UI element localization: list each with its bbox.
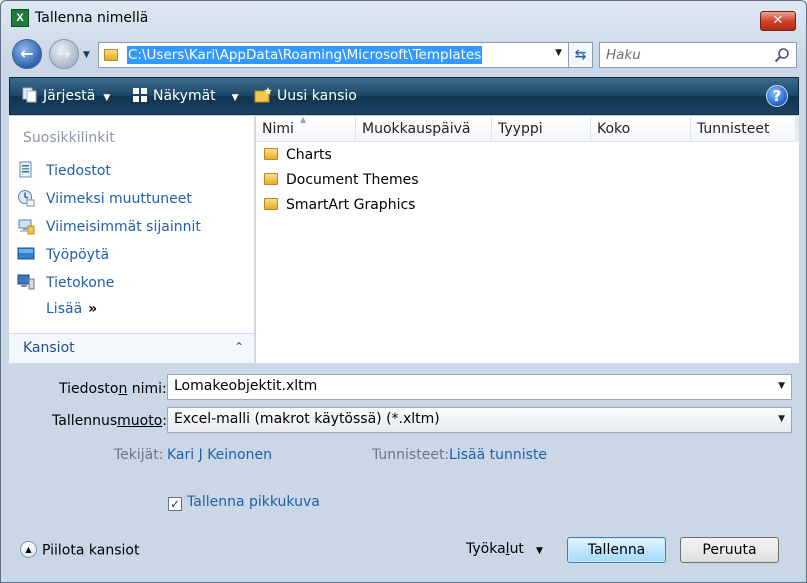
save-type-label: Tallennusmuoto: [52, 413, 167, 429]
refresh-button[interactable]: ⇆ [569, 42, 593, 68]
sidebar-item-desktop[interactable]: Työpöytä [17, 244, 109, 266]
tools-menu-button[interactable]: Työkalut ▼ [466, 541, 543, 557]
column-header-label: Tyyppi [498, 121, 543, 137]
folders-toggle[interactable]: Kansiot ⌃ [9, 333, 254, 363]
hide-folders-label: Piilota kansiot [42, 542, 140, 559]
views-dropdown-icon: ▼ [231, 93, 239, 103]
sidebar-item-label: Viimeksi muuttuneet [46, 191, 192, 207]
save-button[interactable]: Tallenna [567, 537, 666, 563]
folder-row[interactable]: SmartArt Graphics [264, 194, 415, 216]
save-type-value: Excel-malli (makrot käytössä) (*.xltm) [174, 411, 440, 427]
column-header-type[interactable]: Tyyppi [492, 116, 591, 142]
sidebar-item-documents[interactable]: Tiedostot [17, 160, 111, 182]
filename-dropdown-icon[interactable]: ▼ [778, 381, 785, 391]
views-menu-button[interactable]: Näkymät ▼ [132, 78, 239, 114]
back-arrow-icon: ← [20, 44, 34, 63]
save-as-dialog: X Tallenna nimellä ✕ ← → ▼ C:\Users\Kari… [0, 0, 807, 583]
address-bar[interactable]: C:\Users\Kari\AppData\Roaming\Microsoft\… [98, 42, 569, 68]
title-bar[interactable]: X Tallenna nimellä ✕ [1, 1, 806, 37]
sidebar-item-label: Viimeisimmät sijainnit [46, 219, 201, 235]
authors-label: Tekijät: [114, 447, 164, 463]
recent-pages-dropdown[interactable]: ▼ [83, 50, 90, 60]
filename-field[interactable]: Lomakeobjektit.xltm ▼ [167, 374, 792, 400]
forward-button[interactable]: → [49, 39, 79, 69]
filename-label: Tiedoston nimi: [59, 381, 167, 397]
column-header-name[interactable]: ▲ Nimi [256, 115, 356, 142]
column-header-modified[interactable]: Muokkauspäivä [356, 116, 492, 142]
search-box[interactable] [599, 42, 797, 68]
close-button[interactable]: ✕ [760, 11, 796, 31]
folder-row[interactable]: Document Themes [264, 169, 419, 191]
folders-label: Kansiot [23, 340, 75, 356]
folder-name: Document Themes [286, 172, 419, 188]
window-title: Tallenna nimellä [35, 10, 149, 26]
views-icon [133, 88, 147, 102]
folder-icon [264, 173, 278, 185]
refresh-icon: ⇆ [574, 47, 587, 63]
column-header-label: Koko [597, 121, 631, 137]
column-header-tags[interactable]: Tunnisteet [691, 116, 795, 142]
chevron-up-icon: ⌃ [233, 340, 244, 354]
save-thumbnail-label[interactable]: Tallenna pikkukuva [187, 494, 320, 510]
sort-ascending-icon: ▲ [300, 115, 307, 124]
tags-label: Tunnisteet: [372, 447, 450, 463]
chevron-up-circle-icon: ▲ [20, 541, 37, 558]
documents-icon [19, 161, 32, 178]
sidebar-item-recently-changed[interactable]: Viimeksi muuttuneet [17, 188, 192, 210]
authors-value[interactable]: Kari J Keinonen [167, 447, 272, 463]
filename-value[interactable]: Lomakeobjektit.xltm [174, 378, 317, 394]
file-list: ▲ Nimi Muokkauspäivä Tyyppi Koko Tunnist… [256, 115, 799, 363]
address-path[interactable]: C:\Users\Kari\AppData\Roaming\Microsoft\… [127, 46, 483, 64]
organize-menu-button[interactable]: Järjestä ▼ [22, 78, 110, 114]
folder-row[interactable]: Charts [264, 144, 332, 166]
column-header-label: Nimi [262, 121, 294, 137]
scrollbar-edge [795, 116, 799, 142]
navigation-pane: Suosikkilinkit Tiedostot Viimeksi muuttu… [9, 116, 255, 363]
recently-changed-icon [18, 190, 35, 207]
command-toolbar: Järjestä ▼ Näkymät ▼ Uusi kansio ? [9, 77, 799, 115]
organize-label: Järjestä [43, 88, 96, 104]
folder-icon [264, 148, 278, 160]
desktop-icon [17, 247, 35, 260]
search-input[interactable] [606, 47, 766, 63]
organize-icon [22, 87, 37, 103]
excel-app-icon: X [11, 9, 29, 27]
column-header-label: Tunnisteet [697, 121, 770, 137]
sidebar-more-link[interactable]: Lisää » [46, 301, 97, 317]
folder-icon [104, 49, 118, 61]
recent-places-icon [18, 219, 35, 235]
checkmark-icon: ✓ [169, 497, 181, 511]
close-icon: ✕ [772, 13, 784, 28]
views-label: Näkymät [153, 88, 216, 104]
folder-icon [264, 198, 278, 210]
more-label: Lisää [46, 301, 83, 317]
cancel-button[interactable]: Peruuta [680, 537, 779, 563]
back-button[interactable]: ← [12, 39, 42, 69]
add-tag-link[interactable]: Lisää tunniste [449, 447, 547, 463]
organize-dropdown-icon: ▼ [103, 93, 111, 103]
address-dropdown-icon[interactable]: ▼ [555, 48, 562, 58]
sidebar-item-recent-places[interactable]: Viimeisimmät sijainnit [17, 216, 201, 238]
save-type-select[interactable]: Excel-malli (makrot käytössä) (*.xltm) ▼ [167, 407, 792, 433]
save-thumbnail-checkbox[interactable]: ✓ [168, 497, 182, 511]
search-icon[interactable] [774, 47, 790, 63]
computer-icon [17, 274, 35, 290]
folder-name: SmartArt Graphics [286, 197, 416, 213]
new-folder-label: Uusi kansio [277, 88, 357, 104]
sidebar-item-label: Työpöytä [46, 247, 110, 263]
sidebar-item-label: Tiedostot [46, 163, 111, 179]
column-header-label: Muokkauspäivä [362, 121, 471, 137]
column-header-size[interactable]: Koko [591, 116, 691, 142]
sidebar-item-computer[interactable]: Tietokone [17, 272, 114, 294]
hide-folders-button[interactable]: ▲ Piilota kansiot [20, 541, 140, 559]
sidebar-item-label: Tietokone [46, 275, 115, 291]
double-chevron-right-icon: » [88, 301, 98, 317]
folder-name: Charts [286, 147, 332, 163]
favorite-links-heading: Suosikkilinkit [23, 130, 115, 146]
save-type-dropdown-icon: ▼ [778, 414, 785, 424]
new-folder-icon [254, 87, 272, 103]
forward-arrow-icon: → [57, 44, 71, 63]
tools-dropdown-icon: ▼ [535, 546, 543, 556]
help-icon[interactable]: ? [766, 85, 788, 107]
